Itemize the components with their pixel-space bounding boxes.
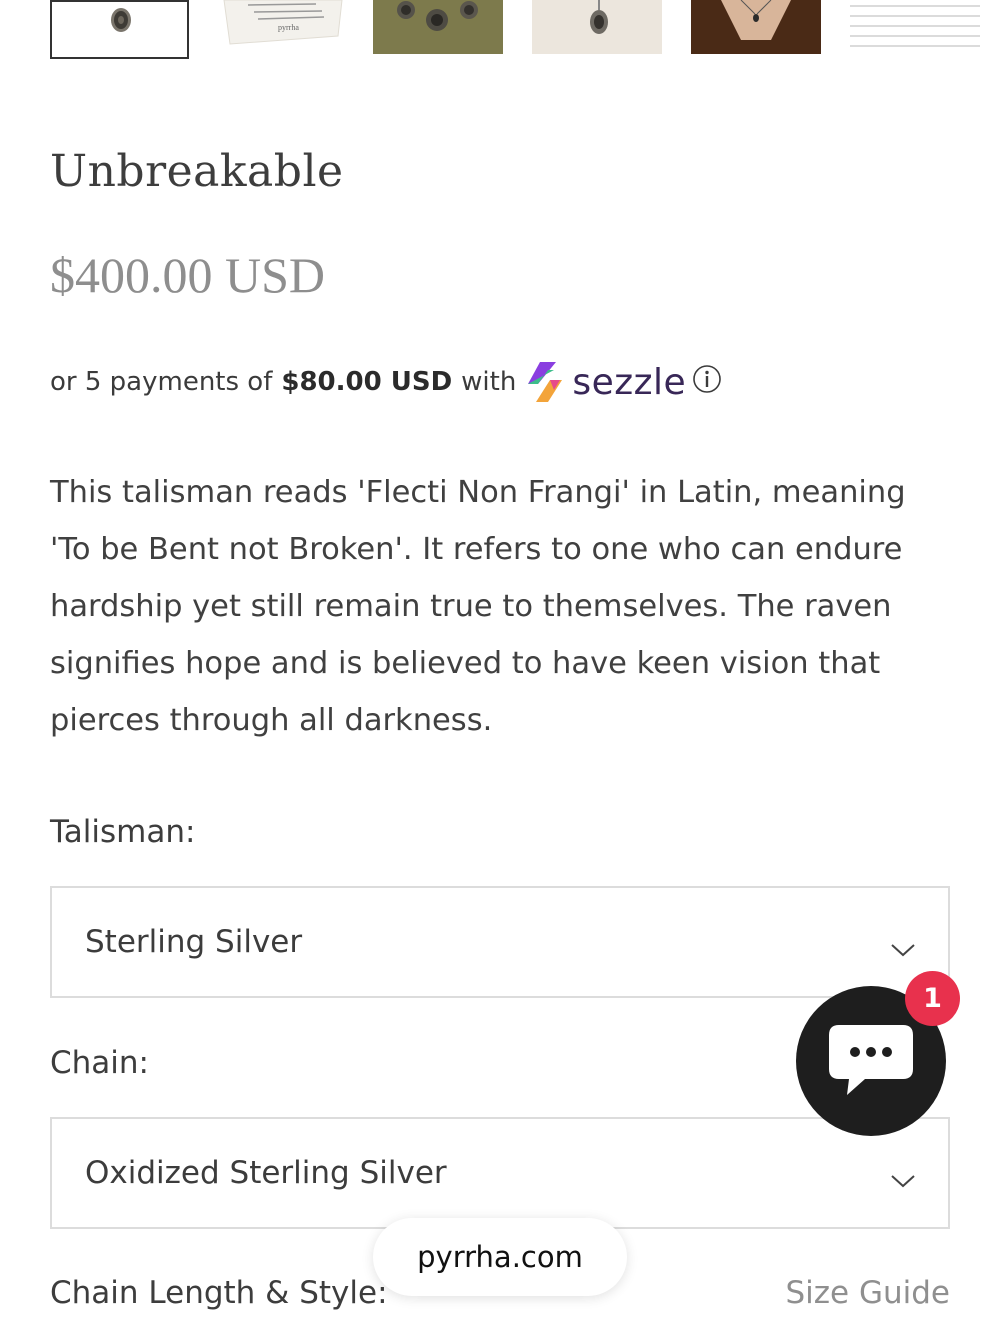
- sezzle-mark-icon: [528, 362, 563, 402]
- pendant-thumb-image: [52, 2, 187, 57]
- linen-thumb-image: [532, 0, 662, 54]
- sezzle-logo[interactable]: sezzle: [526, 360, 686, 404]
- chain-select-value: Oxidized Sterling Silver: [85, 1155, 447, 1191]
- thumbnail-pendant-front[interactable]: [50, 0, 189, 59]
- talisman-select-value: Sterling Silver: [85, 924, 303, 960]
- thumbnail-pendants-on-green[interactable]: [373, 0, 503, 54]
- sezzle-installments: or 5 payments of $80.00 USD with sezzle: [50, 360, 722, 404]
- card-thumb-image: pyrrha: [218, 0, 344, 54]
- chevron-down-icon: [890, 930, 916, 966]
- product-price: $400.00 USD: [50, 247, 326, 303]
- sezzle-amount: $80.00 USD: [281, 367, 453, 397]
- model-thumb-image: [691, 0, 821, 54]
- thumbnail-pendant-on-linen[interactable]: [532, 0, 662, 54]
- product-description: This talisman reads 'Flecti Non Frangi' …: [50, 475, 906, 738]
- chain-label: Chain:: [50, 1045, 149, 1081]
- info-circle-icon[interactable]: [692, 364, 722, 401]
- chain-length-label: Chain Length & Style:: [50, 1275, 388, 1311]
- svg-text:pyrrha: pyrrha: [278, 23, 299, 32]
- talisman-select[interactable]: Sterling Silver: [50, 886, 950, 998]
- chat-bubble-icon: [829, 1025, 913, 1095]
- product-title: Unbreakable: [50, 146, 344, 197]
- chat-notification-badge: 1: [905, 971, 960, 1026]
- thumbnail-strip: pyrrha: [0, 0, 1000, 60]
- chain-select[interactable]: Oxidized Sterling Silver: [50, 1117, 950, 1229]
- thumbnail-chain-length-chart[interactable]: [850, 0, 980, 54]
- thumbnail-worn-on-model[interactable]: [691, 0, 821, 54]
- browser-url-pill[interactable]: pyrrha.com: [373, 1218, 627, 1296]
- size-guide-link[interactable]: Size Guide: [785, 1275, 950, 1311]
- pendants-thumb-image: [373, 0, 503, 54]
- thumbnail-meaning-card[interactable]: pyrrha: [218, 0, 344, 54]
- chart-thumb-image: [850, 0, 980, 54]
- sezzle-wordmark: sezzle: [572, 361, 687, 403]
- sezzle-prefix: or 5 payments of: [50, 367, 273, 397]
- talisman-label: Talisman:: [50, 814, 196, 850]
- sezzle-suffix: with: [461, 367, 517, 397]
- chevron-down-icon: [890, 1161, 916, 1197]
